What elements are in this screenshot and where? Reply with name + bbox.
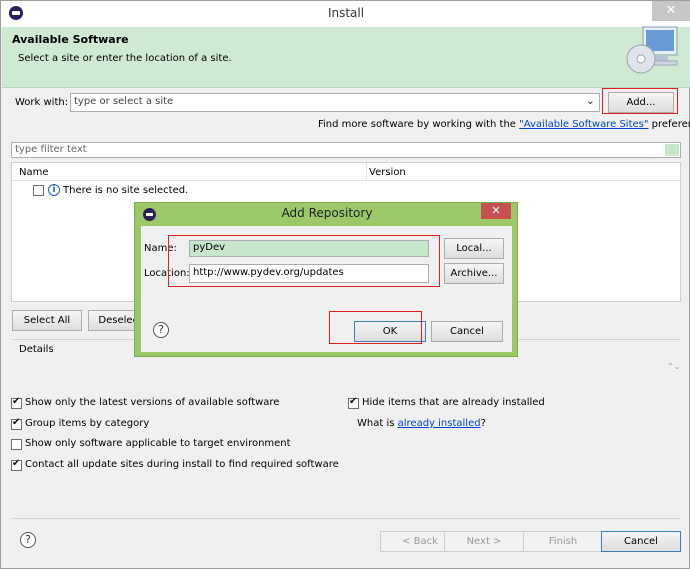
page-heading: Available Software	[12, 33, 129, 46]
option-checkbox[interactable]	[11, 396, 22, 409]
option-latest-versions[interactable]: Show only the latest versions of availab…	[11, 396, 331, 413]
page-subtitle: Select a site or enter the location of a…	[18, 53, 232, 64]
dialog-cancel-button[interactable]: Cancel	[431, 321, 503, 342]
computer-cd-icon	[626, 26, 678, 74]
filter-input[interactable]: type filter text	[11, 142, 681, 158]
what-is-suffix: ?	[480, 418, 486, 429]
work-with-combo[interactable]: type or select a site ⌄	[70, 93, 600, 112]
option-target-environment[interactable]: Show only software applicable to target …	[11, 438, 331, 454]
available-sites-link[interactable]: "Available Software Sites"	[519, 119, 648, 130]
option-label: Hide items that are already installed	[362, 397, 545, 408]
option-label: Show only the latest versions of availab…	[25, 397, 280, 408]
tree-header: Name Version	[12, 163, 680, 181]
select-all-button[interactable]: Select All	[12, 310, 82, 331]
info-icon: i	[48, 184, 60, 196]
already-installed-link[interactable]: already installed	[398, 418, 481, 429]
option-checkbox[interactable]	[11, 439, 22, 450]
install-window: Install ✕ Available Software Select a si…	[0, 0, 690, 569]
work-with-label: Work with:	[15, 97, 69, 108]
archive-button[interactable]: Archive...	[444, 263, 504, 284]
dialog-body: Name: pyDev Local... Location: http://ww…	[141, 226, 512, 352]
cancel-button[interactable]: Cancel	[601, 531, 681, 552]
find-more-suffix: preferences.	[651, 119, 690, 130]
footer-separator	[11, 518, 681, 519]
find-more-prefix: Find more software by working with the	[318, 119, 520, 130]
option-hide-installed[interactable]: Hide items that are already installed	[348, 396, 668, 413]
empty-message: There is no site selected.	[63, 185, 189, 196]
option-contact-all-sites[interactable]: Contact all update sites during install …	[11, 458, 341, 475]
highlight-box	[168, 235, 440, 287]
window-close-button[interactable]: ✕	[652, 1, 690, 21]
column-name[interactable]: Name	[19, 167, 49, 178]
window-title: Install	[327, 6, 365, 20]
dialog-help-icon[interactable]: ?	[153, 322, 169, 338]
dialog-title: Add Repository	[281, 206, 373, 220]
details-label: Details	[19, 344, 54, 355]
highlight-box	[602, 88, 678, 114]
filter-placeholder: type filter text	[15, 144, 87, 155]
title-bar: Install ✕	[1, 1, 690, 27]
chevron-down-icon[interactable]: ⌄	[586, 94, 595, 107]
what-is-installed: What is already installed?	[357, 418, 486, 429]
local-button[interactable]: Local...	[444, 238, 504, 259]
work-with-placeholder: type or select a site	[74, 96, 174, 107]
next-button[interactable]: Next >	[444, 531, 524, 552]
column-divider	[366, 163, 367, 181]
finish-button[interactable]: Finish	[523, 531, 603, 552]
tree-row[interactable]: i There is no site selected.	[32, 183, 362, 199]
option-label: Show only software applicable to target …	[25, 438, 291, 449]
help-icon[interactable]: ?	[20, 532, 36, 548]
find-more-text: Find more software by working with the "…	[318, 119, 690, 130]
option-checkbox[interactable]	[11, 458, 22, 471]
option-group-by-category[interactable]: Group items by category	[11, 417, 331, 434]
option-label: Group items by category	[25, 418, 150, 429]
details-scroll-icon[interactable]: ⌃⌄	[667, 362, 680, 371]
option-label: Contact all update sites during install …	[25, 459, 339, 470]
row-checkbox[interactable]	[33, 185, 44, 196]
dialog-close-button[interactable]: ✕	[481, 203, 511, 219]
clear-filter-icon[interactable]	[665, 144, 679, 156]
column-version[interactable]: Version	[369, 167, 406, 178]
highlight-box	[329, 311, 422, 344]
option-checkbox[interactable]	[348, 396, 359, 409]
add-repository-dialog: Add Repository ✕ Name: pyDev Local... Lo…	[134, 202, 518, 357]
page-banner: Available Software Select a site or ente…	[2, 27, 690, 88]
what-is-prefix: What is	[357, 418, 398, 429]
option-checkbox[interactable]	[11, 417, 22, 430]
